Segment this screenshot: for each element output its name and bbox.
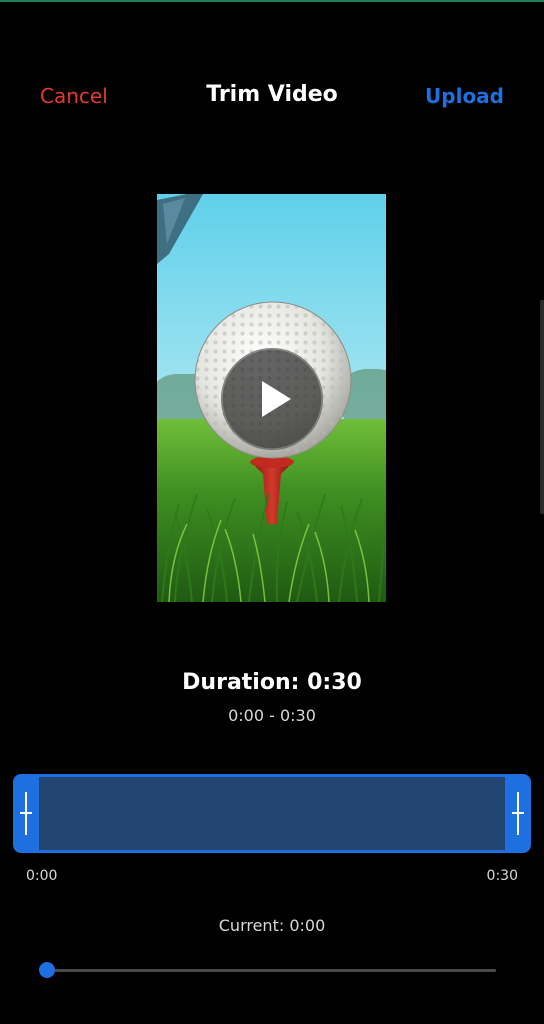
- edge-panel-handle[interactable]: [540, 300, 544, 514]
- trim-start-time: 0:00: [26, 868, 58, 884]
- scrubber-thumb[interactable]: [39, 962, 55, 978]
- trim-slider[interactable]: [13, 774, 531, 853]
- trim-range-label: 0:00 - 0:30: [228, 706, 316, 725]
- status-accent-line: [0, 0, 544, 2]
- duration-label: Duration: 0:30: [182, 670, 362, 695]
- header-bar: Cancel Trim Video Upload: [0, 76, 544, 120]
- trim-end-time: 0:30: [486, 868, 518, 884]
- play-button[interactable]: [221, 348, 323, 450]
- playback-scrubber[interactable]: [39, 962, 496, 978]
- current-time-label: Current: 0:00: [218, 916, 326, 935]
- play-icon: [221, 348, 323, 450]
- grip-icon: [20, 812, 32, 814]
- trim-end-handle[interactable]: [505, 774, 531, 853]
- grip-icon: [512, 812, 524, 814]
- trim-start-handle[interactable]: [13, 774, 39, 853]
- upload-button[interactable]: Upload: [425, 84, 504, 108]
- trim-selection[interactable]: [39, 777, 505, 850]
